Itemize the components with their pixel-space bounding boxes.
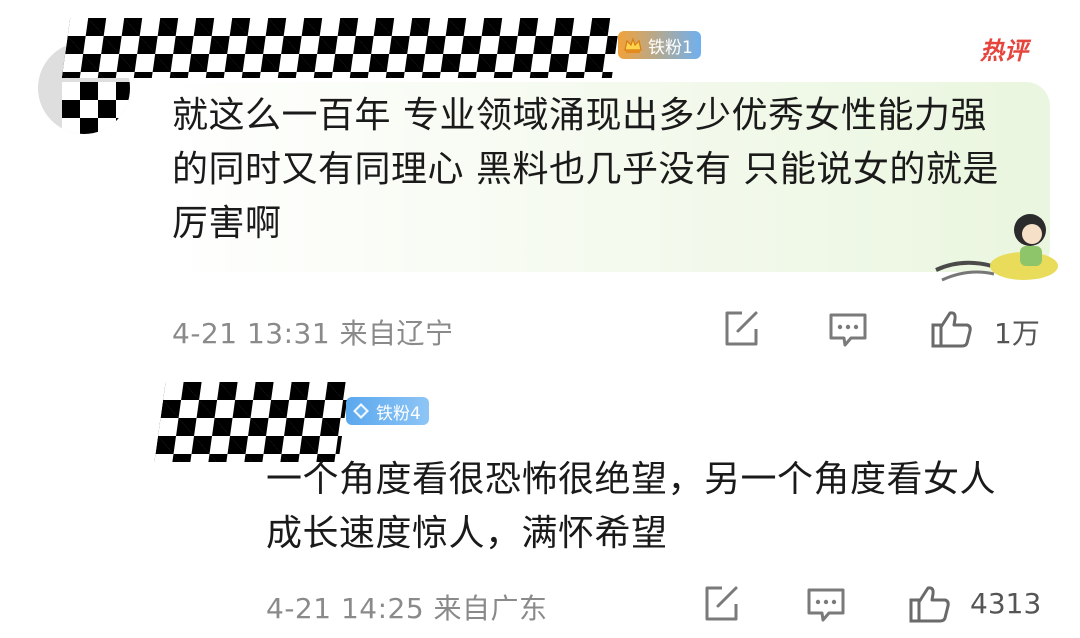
comment-icon[interactable] xyxy=(827,310,869,352)
comment-time: 4-21 13:31 xyxy=(172,317,331,350)
decorative-character-icon xyxy=(932,208,1066,288)
fan-level-badge: 铁粉4 xyxy=(346,397,429,425)
comment-text: 就这么一百年 专业领域涌现出多少优秀女性能力强的同时又有同理心 黑料也几乎没有 … xyxy=(172,95,999,244)
comment-text: 一个角度看很恐怖很绝望，另一个角度看女人成长速度惊人，满怀希望 xyxy=(266,459,997,554)
fan-level-badge: 铁粉1 xyxy=(618,31,701,59)
badge-label: 铁粉1 xyxy=(648,37,693,58)
badge-label: 铁粉4 xyxy=(376,403,421,424)
crown-icon xyxy=(622,34,644,56)
comment-time: 4-21 14:25 xyxy=(266,592,425,625)
share-edit-icon[interactable] xyxy=(720,308,762,350)
comment-meta: 4-21 14:25 来自广东 xyxy=(266,587,548,627)
redacted-avatar-overlay xyxy=(62,82,130,134)
hot-comment-tag: 热评 xyxy=(980,36,1028,65)
redacted-username[interactable] xyxy=(61,18,621,78)
like-count: 1万 xyxy=(994,317,1040,350)
thumbs-up-icon[interactable] xyxy=(930,307,972,349)
comment-meta: 4-21 13:31 来自辽宁 xyxy=(172,312,454,352)
share-edit-icon[interactable] xyxy=(700,583,742,625)
diamond-icon xyxy=(350,400,372,422)
redacted-username[interactable] xyxy=(154,382,350,462)
comment-location: 来自辽宁 xyxy=(339,317,454,350)
like-count: 4313 xyxy=(970,587,1042,620)
comment-location: 来自广东 xyxy=(433,592,548,625)
thumbs-up-icon[interactable] xyxy=(908,582,950,624)
comment-icon[interactable] xyxy=(805,585,847,627)
